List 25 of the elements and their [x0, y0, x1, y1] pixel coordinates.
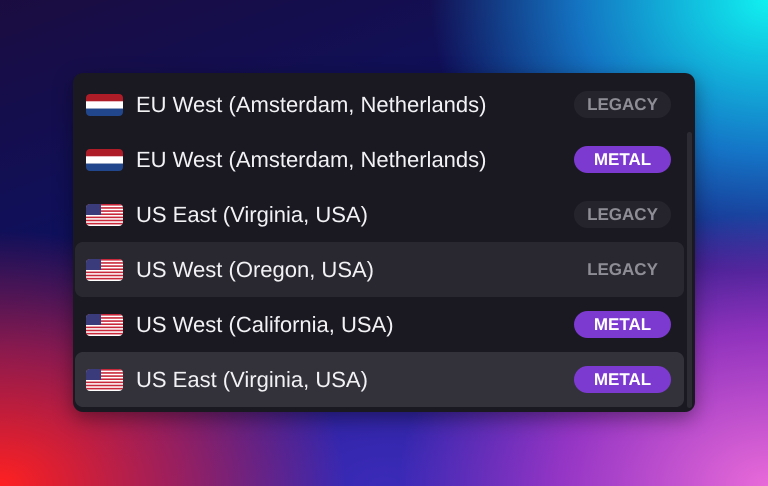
- tier-label: METAL: [574, 146, 671, 173]
- region-name: US West (Oregon, USA): [136, 256, 375, 282]
- flag-icon: [86, 148, 123, 170]
- region-name: US West (California, USA): [136, 312, 395, 338]
- region-name: EU West (Amsterdam, Netherlands): [136, 146, 488, 172]
- tier-label: METAL: [574, 366, 671, 393]
- region-name: US East (Virginia, USA): [136, 202, 369, 228]
- tier-label: LEGACY: [574, 91, 671, 118]
- region-option[interactable]: US West (California, USA) METAL: [75, 297, 684, 352]
- flag-icon: [86, 314, 123, 336]
- region-name: EU West (Amsterdam, Netherlands): [136, 92, 488, 118]
- tier-label: LEGACY: [586, 258, 659, 280]
- scrollbar[interactable]: [687, 132, 692, 408]
- flag-icon: [86, 258, 123, 280]
- flag-icon: [86, 368, 123, 390]
- tier-label: LEGACY: [574, 201, 671, 228]
- region-option[interactable]: EU West (Amsterdam, Netherlands) LEGACY: [75, 77, 684, 132]
- region-option[interactable]: EU West (Amsterdam, Netherlands) METAL: [75, 132, 684, 187]
- region-name: US East (Virginia, USA): [136, 366, 369, 392]
- flag-icon: [86, 94, 123, 116]
- region-option[interactable]: US East (Virginia, USA) LEGACY: [75, 187, 684, 242]
- region-option[interactable]: US West (Oregon, USA) LEGACY: [75, 242, 684, 297]
- region-option[interactable]: US East (Virginia, USA) METAL: [75, 352, 684, 407]
- flag-icon: [86, 204, 123, 226]
- tier-label: METAL: [574, 311, 671, 338]
